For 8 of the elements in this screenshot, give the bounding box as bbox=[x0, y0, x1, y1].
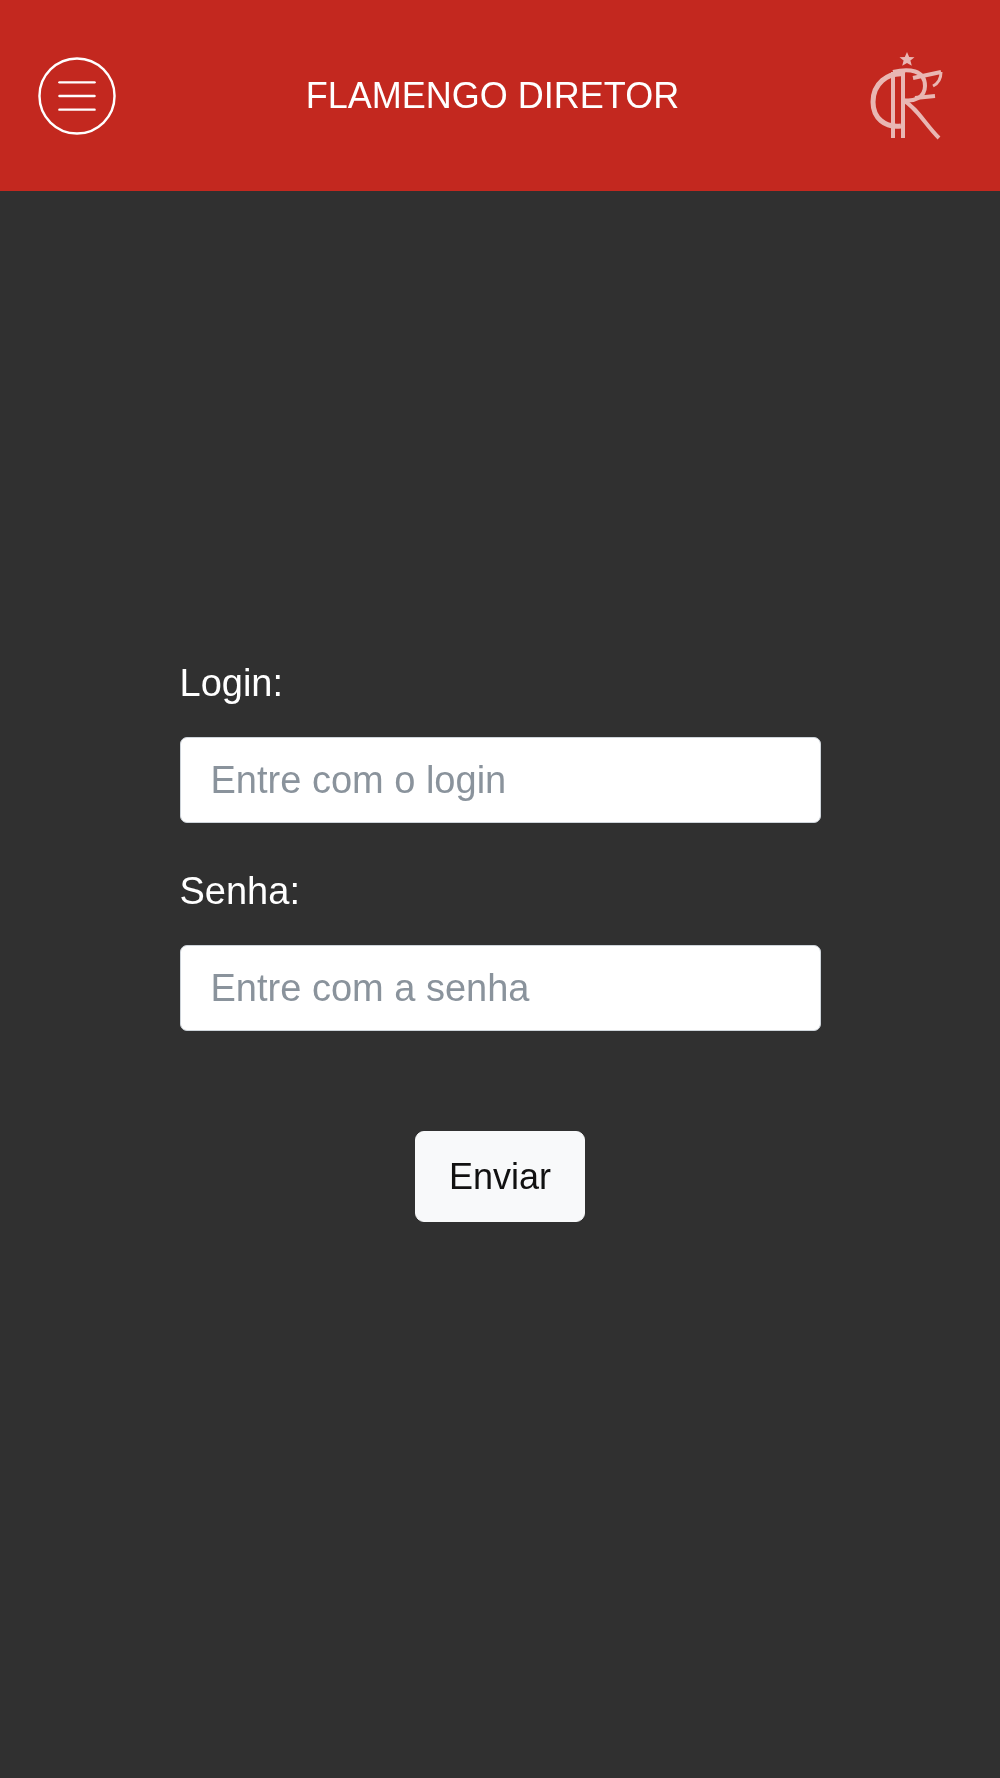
submit-button[interactable]: Enviar bbox=[415, 1131, 585, 1222]
crest-logo-icon bbox=[869, 51, 945, 140]
input-field[interactable]: Entre com o login bbox=[179, 737, 821, 823]
field-label: Senha: bbox=[179, 870, 300, 913]
input-field[interactable]: Entre com a senha bbox=[179, 945, 821, 1031]
app-title: FLAMENGO DIRETOR bbox=[305, 73, 680, 118]
field-label: Login: bbox=[179, 662, 284, 705]
menu-icon[interactable] bbox=[38, 56, 116, 135]
